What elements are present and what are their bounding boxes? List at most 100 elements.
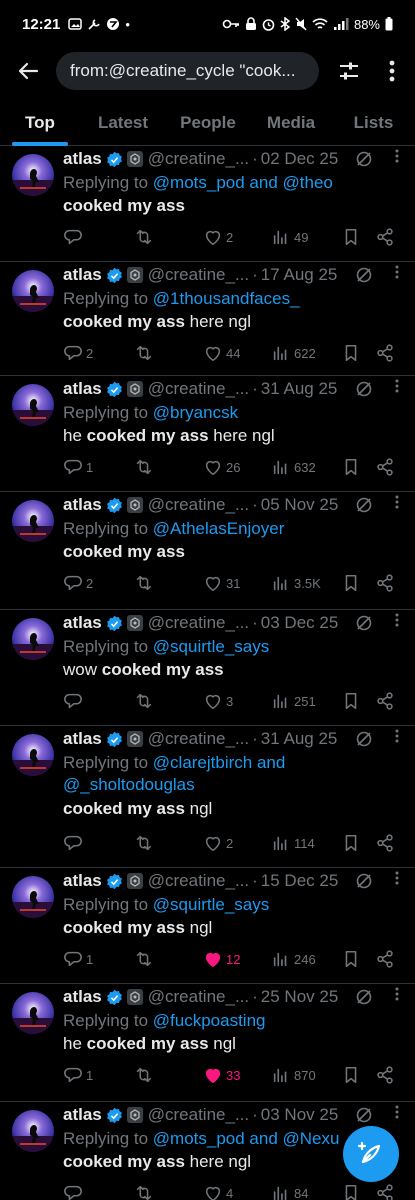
bookmark-button[interactable] bbox=[341, 225, 361, 249]
compose-button[interactable] bbox=[343, 1126, 399, 1182]
bookmark-button[interactable] bbox=[341, 689, 361, 713]
tweet-date[interactable]: 31 Aug 25 bbox=[261, 729, 338, 749]
views-button[interactable]: 251 bbox=[271, 689, 316, 713]
share-button[interactable] bbox=[375, 225, 395, 249]
repost-button[interactable] bbox=[133, 341, 156, 365]
back-button[interactable] bbox=[8, 51, 48, 91]
bookmark-button[interactable] bbox=[341, 455, 361, 479]
tweet[interactable]: atlas @creatine_... · 03 Dec 25 Replying to … bbox=[0, 610, 415, 726]
reply-mentions[interactable]: @1thousandfaces_ bbox=[153, 289, 300, 308]
reply-mentions[interactable]: @clarejtbirch and bbox=[153, 753, 286, 772]
reply-mentions-continued[interactable]: @_sholtodouglas bbox=[63, 775, 195, 794]
tweet-more-button[interactable] bbox=[395, 149, 399, 166]
tweet[interactable]: atlas @creatine_... · 15 Dec 25 Replying to … bbox=[0, 868, 415, 984]
reply-mentions[interactable]: @mots_pod and @theo bbox=[153, 173, 333, 192]
author-name[interactable]: atlas bbox=[63, 495, 102, 515]
tweet-date[interactable]: 25 Nov 25 bbox=[261, 987, 339, 1007]
repost-button[interactable] bbox=[133, 831, 156, 855]
bookmark-button[interactable] bbox=[341, 1063, 361, 1087]
like-button[interactable]: 44 bbox=[203, 341, 240, 365]
share-button[interactable] bbox=[375, 947, 395, 971]
views-button[interactable]: 49 bbox=[271, 225, 308, 249]
author-name[interactable]: atlas bbox=[63, 613, 102, 633]
tweet-more-button[interactable] bbox=[395, 495, 399, 512]
views-button[interactable]: 114 bbox=[271, 831, 315, 855]
grok-icon[interactable] bbox=[355, 988, 373, 1011]
avatar[interactable] bbox=[12, 734, 54, 776]
author-name[interactable]: atlas bbox=[63, 987, 102, 1007]
views-button[interactable]: 84 bbox=[271, 1181, 308, 1200]
author-name[interactable]: atlas bbox=[63, 379, 102, 399]
tweet-more-button[interactable] bbox=[395, 265, 399, 282]
tweet-more-button[interactable] bbox=[395, 729, 399, 746]
avatar[interactable] bbox=[12, 500, 54, 542]
reply-button[interactable]: 1 bbox=[63, 455, 93, 479]
bookmark-button[interactable] bbox=[341, 341, 361, 365]
tweet-date[interactable]: 02 Dec 25 bbox=[261, 149, 339, 169]
tweet-date[interactable]: 31 Aug 25 bbox=[261, 379, 338, 399]
author-name[interactable]: atlas bbox=[63, 871, 102, 891]
like-button[interactable]: 2 bbox=[203, 225, 233, 249]
bookmark-button[interactable] bbox=[341, 1181, 361, 1200]
views-button[interactable]: 246 bbox=[271, 947, 316, 971]
more-options-button[interactable] bbox=[377, 53, 407, 89]
tweet[interactable]: atlas @creatine_... · 31 Aug 25 Replying to … bbox=[0, 726, 415, 868]
author-name[interactable]: atlas bbox=[63, 1105, 102, 1125]
reply-button[interactable]: 2 bbox=[63, 341, 93, 365]
avatar[interactable] bbox=[12, 384, 54, 426]
tweet[interactable]: atlas @creatine_... · 25 Nov 25 Replying to … bbox=[0, 984, 415, 1102]
share-button[interactable] bbox=[375, 341, 395, 365]
tab-top[interactable]: Top bbox=[0, 100, 80, 146]
grok-icon[interactable] bbox=[355, 872, 373, 895]
tweet-date[interactable]: 03 Dec 25 bbox=[261, 613, 339, 633]
views-button[interactable]: 3.5K bbox=[271, 571, 321, 595]
like-button[interactable]: 12 bbox=[203, 947, 240, 971]
reply-button[interactable] bbox=[63, 689, 86, 713]
tweet[interactable]: atlas @creatine_... · 05 Nov 25 Replying to … bbox=[0, 492, 415, 610]
tweet-more-button[interactable] bbox=[395, 613, 399, 630]
share-button[interactable] bbox=[375, 455, 395, 479]
repost-button[interactable] bbox=[133, 571, 156, 595]
share-button[interactable] bbox=[375, 689, 395, 713]
bookmark-button[interactable] bbox=[341, 947, 361, 971]
grok-icon[interactable] bbox=[355, 150, 373, 173]
reply-mentions[interactable]: @mots_pod and @Nexu bbox=[153, 1129, 340, 1148]
grok-icon[interactable] bbox=[355, 730, 373, 753]
repost-button[interactable] bbox=[133, 947, 156, 971]
reply-mentions[interactable]: @squirtle_says bbox=[153, 895, 269, 914]
share-button[interactable] bbox=[375, 1181, 395, 1200]
tab-people[interactable]: People bbox=[166, 100, 250, 146]
bookmark-button[interactable] bbox=[341, 571, 361, 595]
tweet-date[interactable]: 15 Dec 25 bbox=[261, 871, 339, 891]
tab-media[interactable]: Media bbox=[250, 100, 332, 146]
reply-mentions[interactable]: @AthelasEnjoyer bbox=[153, 519, 285, 538]
repost-button[interactable] bbox=[133, 225, 156, 249]
like-button[interactable]: 33 bbox=[203, 1063, 240, 1087]
author-name[interactable]: atlas bbox=[63, 729, 102, 749]
like-button[interactable]: 26 bbox=[203, 455, 240, 479]
like-button[interactable]: 3 bbox=[203, 689, 233, 713]
tab-lists[interactable]: Lists bbox=[332, 100, 415, 146]
share-button[interactable] bbox=[375, 571, 395, 595]
grok-icon[interactable] bbox=[355, 496, 373, 519]
reply-mentions[interactable]: @squirtle_says bbox=[153, 637, 269, 656]
tweet-more-button[interactable] bbox=[395, 379, 399, 396]
author-name[interactable]: atlas bbox=[63, 149, 102, 169]
repost-button[interactable] bbox=[133, 689, 156, 713]
reply-button[interactable]: 2 bbox=[63, 571, 93, 595]
bookmark-button[interactable] bbox=[341, 831, 361, 855]
avatar[interactable] bbox=[12, 992, 54, 1034]
tweet[interactable]: atlas @creatine_... · 31 Aug 25 Replying to … bbox=[0, 376, 415, 492]
tweet-date[interactable]: 05 Nov 25 bbox=[261, 495, 339, 515]
tweet-more-button[interactable] bbox=[395, 1105, 399, 1122]
search-filter-button[interactable] bbox=[331, 53, 367, 89]
grok-icon[interactable] bbox=[355, 266, 373, 289]
reply-button[interactable] bbox=[63, 225, 86, 249]
grok-icon[interactable] bbox=[355, 614, 373, 637]
views-button[interactable]: 870 bbox=[271, 1063, 316, 1087]
tweet-date[interactable]: 17 Aug 25 bbox=[261, 265, 338, 285]
like-button[interactable]: 4 bbox=[203, 1181, 233, 1200]
reply-button[interactable] bbox=[63, 831, 86, 855]
views-button[interactable]: 632 bbox=[271, 455, 316, 479]
avatar[interactable] bbox=[12, 876, 54, 918]
